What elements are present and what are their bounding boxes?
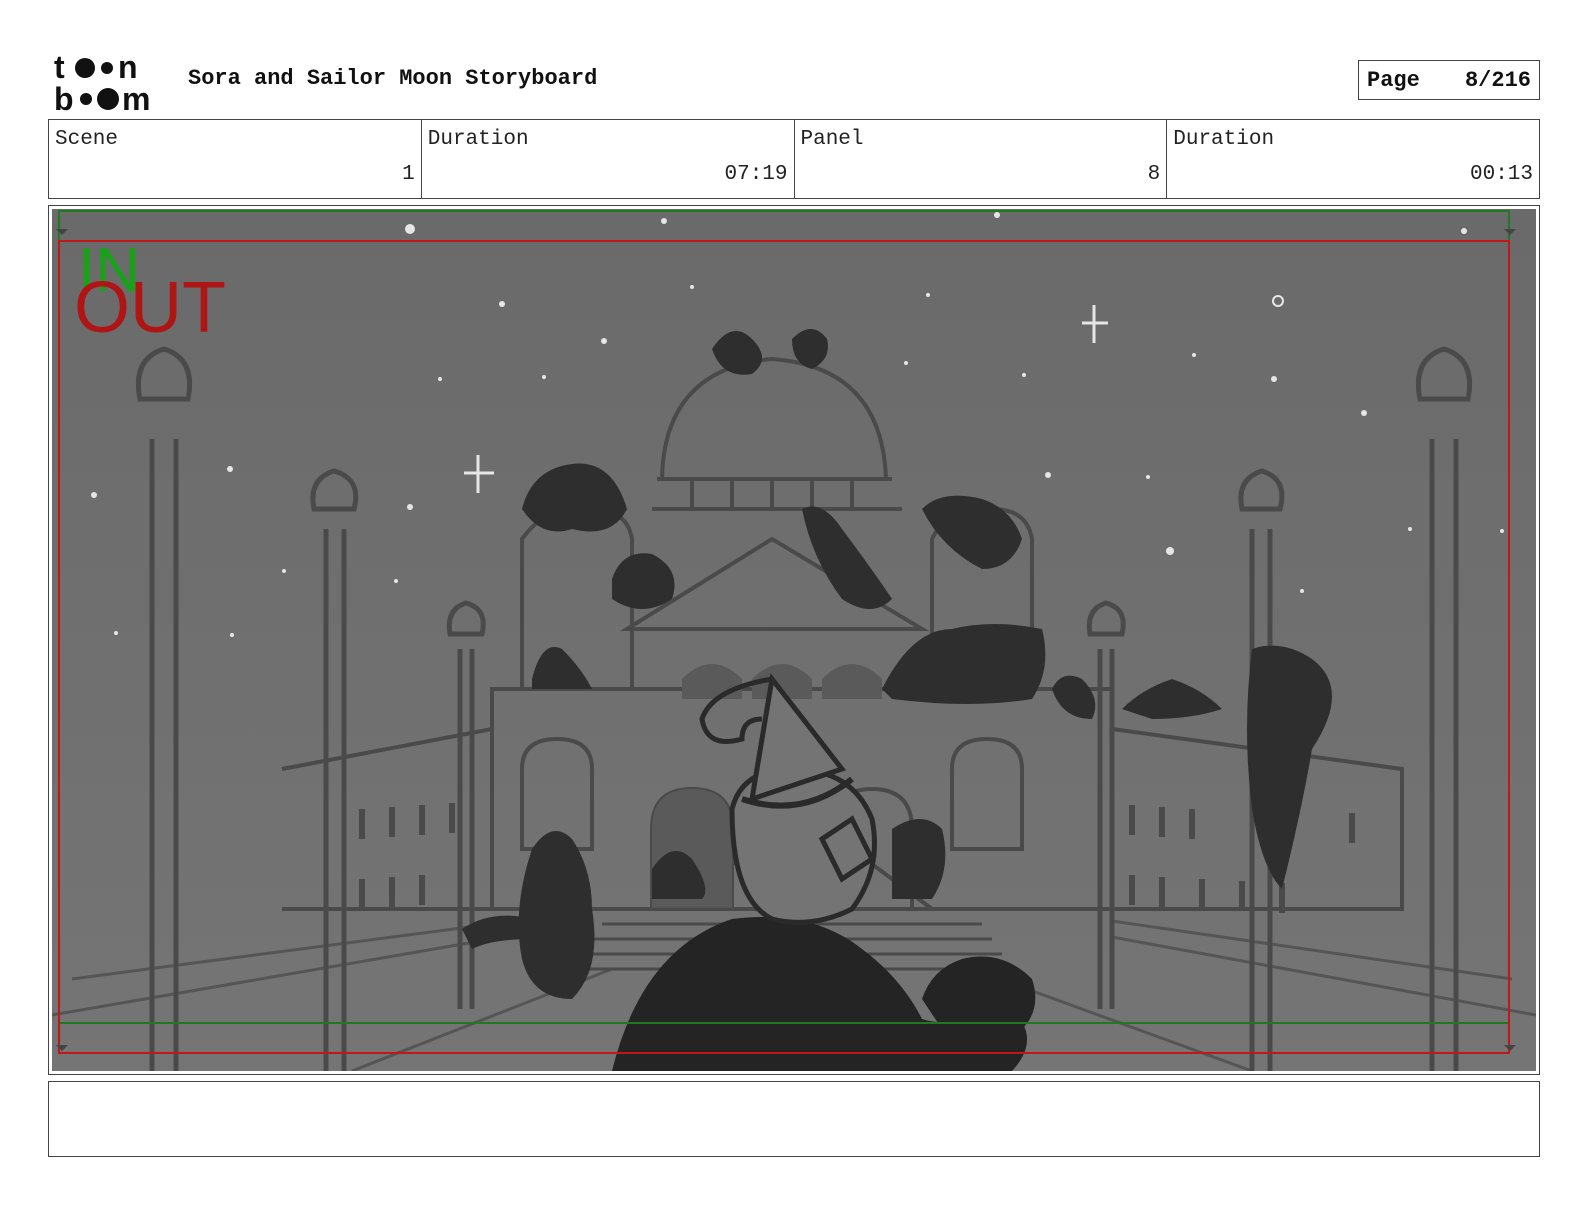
panel-cell: Panel 8 [795, 120, 1168, 198]
scene-cell: Scene 1 [49, 120, 422, 198]
storyboard-title: Sora and Sailor Moon Storyboard [188, 66, 598, 91]
scene-duration-cell: Duration 07:19 [422, 120, 795, 198]
toon-boom-logo: t n b m [52, 49, 164, 117]
svg-text:m: m [122, 81, 150, 114]
panel-duration-value: 00:13 [1469, 163, 1533, 186]
scene-info-table: Scene 1 Duration 07:19 Panel 8 Duration … [48, 119, 1540, 199]
page-label: Page [1367, 67, 1420, 93]
scene-duration-value: 07:19 [724, 163, 788, 186]
svg-text:t: t [54, 50, 65, 85]
page-indicator: Page 8/216 [1358, 60, 1540, 100]
scene-duration-label: Duration [427, 128, 529, 151]
panel-duration-cell: Duration 00:13 [1167, 120, 1539, 198]
svg-text:b: b [54, 81, 74, 114]
panel-notes-box[interactable] [48, 1081, 1540, 1157]
panel-value: 8 [1147, 163, 1161, 186]
panel-label: Panel [800, 128, 864, 151]
page-value: 8/216 [1464, 67, 1531, 93]
svg-text:n: n [118, 50, 138, 85]
panel-drawing[interactable] [52, 209, 1536, 1071]
scene-label: Scene [55, 128, 119, 151]
panel-duration-label: Duration [1173, 128, 1275, 151]
scene-value: 1 [402, 163, 415, 186]
out-marker-label: OUT [74, 268, 226, 348]
